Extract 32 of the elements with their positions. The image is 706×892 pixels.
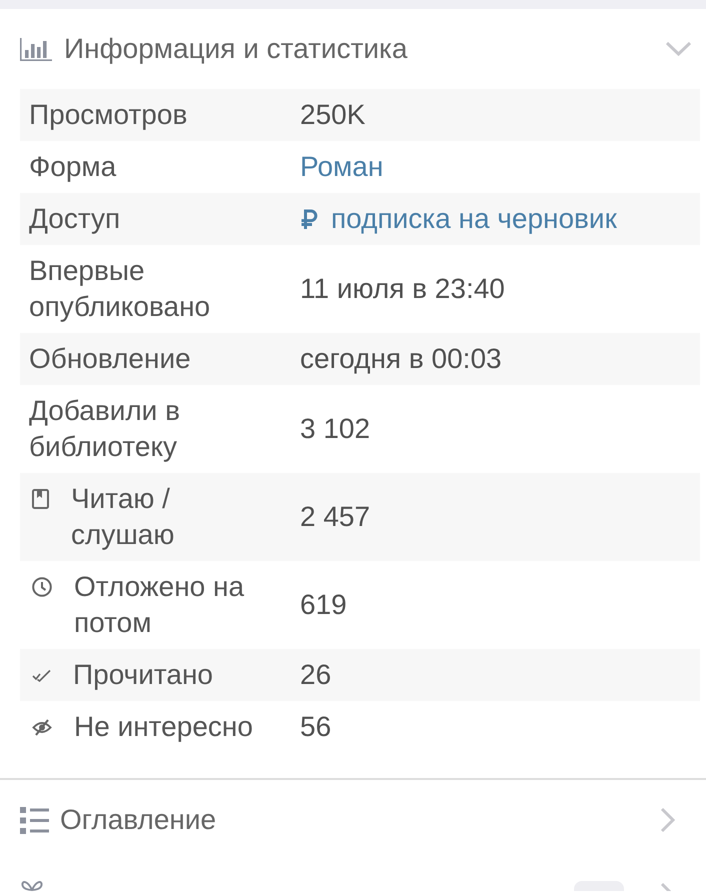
row-value: 3 102 [300,412,370,446]
bar-chart-icon [20,38,52,60]
row-value: 26 [300,658,332,692]
chevron-right-icon[interactable] [660,807,676,833]
row-value: 619 [300,588,347,622]
row-value: 2 457 [300,500,370,534]
list-icon [20,806,49,834]
section-title[interactable]: Информация и статистика [64,32,408,66]
row-label: Впервые опубликовано [29,255,210,322]
value-link[interactable]: подписка на черновик [331,201,617,237]
value-link[interactable]: Роман [300,149,384,185]
eye-slash-icon [32,718,52,736]
gift-icon [20,879,44,891]
double-check-icon [32,668,51,682]
row-label: Не интересно [74,710,253,744]
row-value: сегодня в 00:03 [300,342,502,376]
row-value: 250K [300,98,366,132]
chevron-down-icon[interactable] [665,41,692,57]
row-value: 11 июля в 23:40 [300,272,505,306]
bookmark-icon [32,489,49,509]
section-title[interactable]: Оглавление [60,803,216,837]
row-label: Доступ [29,203,120,234]
clock-icon [32,577,52,597]
row-label: Добавили в библиотеку [29,395,180,462]
row-label: Просмотров [29,99,188,130]
ruble-icon [300,208,318,230]
row-value: 56 [300,710,332,744]
row-label: Прочитано [73,658,213,692]
row-label: Отложено на потом [74,570,246,640]
row-label: Форма [29,151,116,182]
row-label: Читаю / слушаю [71,482,176,552]
row-label: Обновление [29,343,191,374]
